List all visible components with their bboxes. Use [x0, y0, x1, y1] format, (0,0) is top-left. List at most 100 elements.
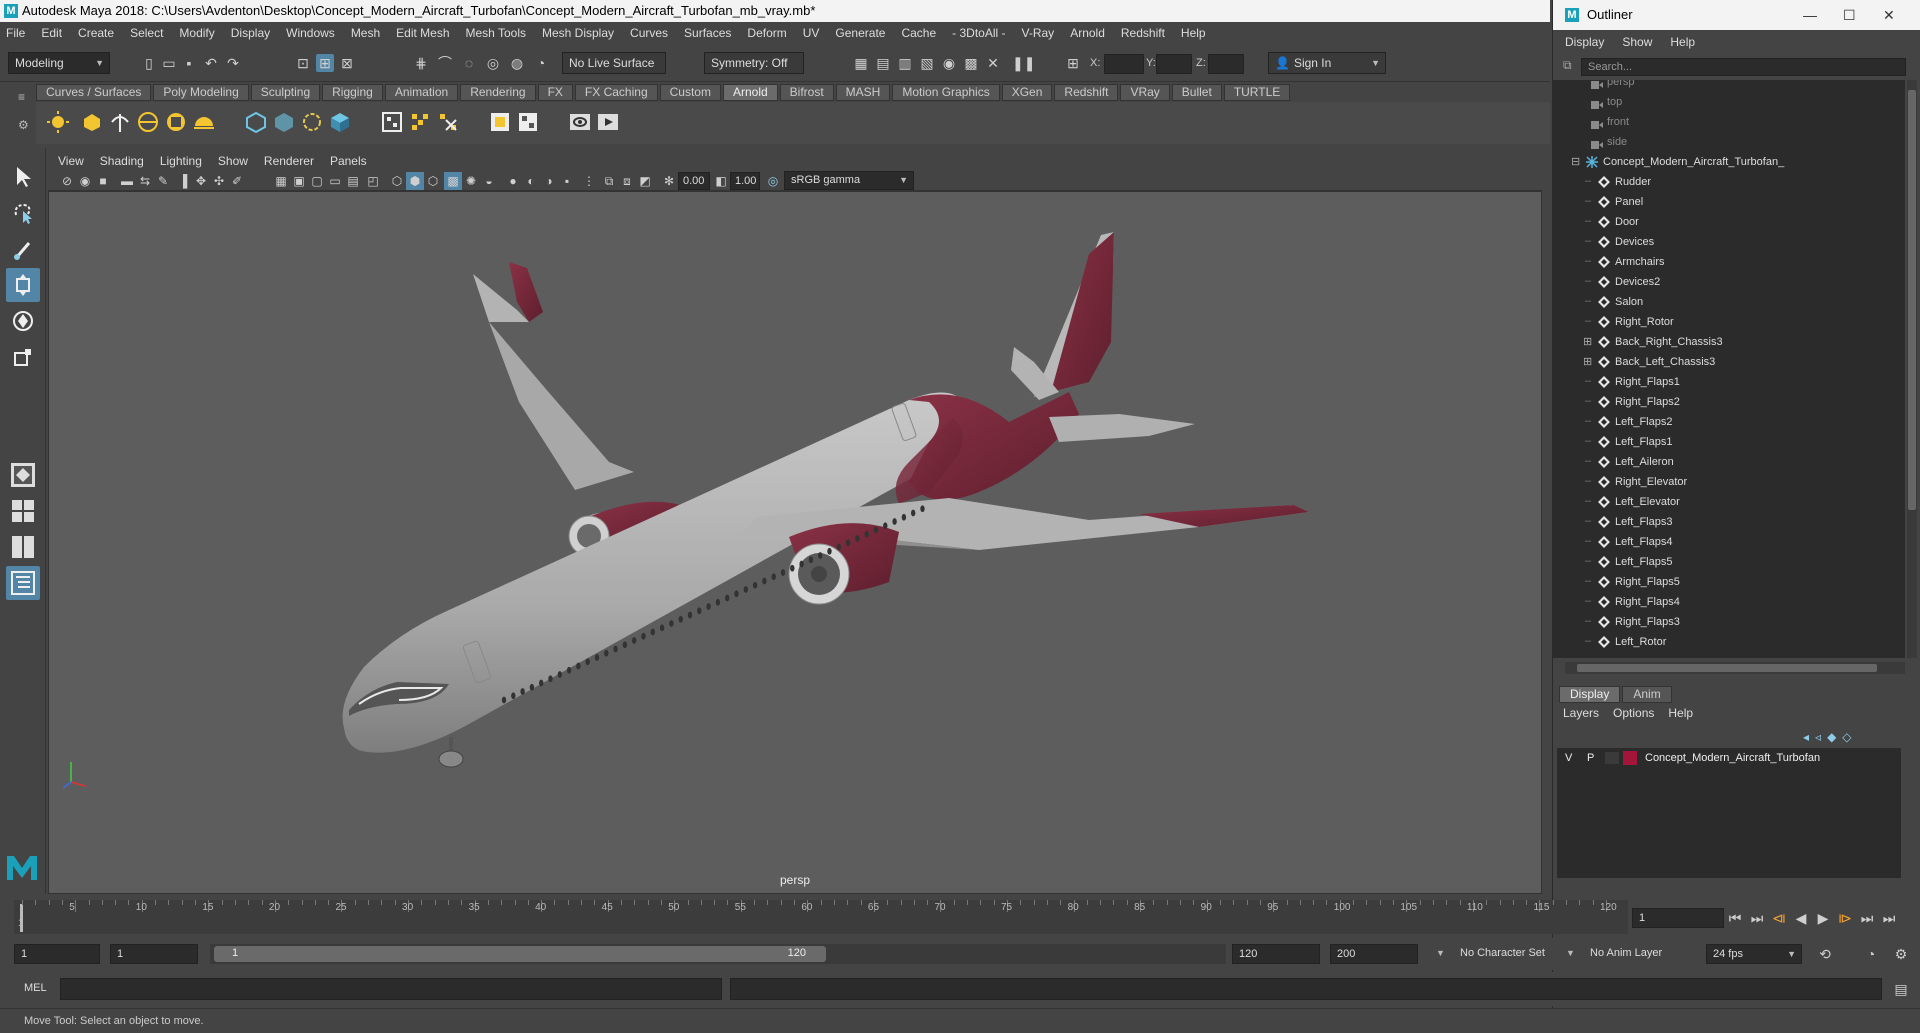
maximize-icon[interactable]: ☐ — [1843, 0, 1856, 30]
menu-windows[interactable]: Windows — [286, 26, 335, 40]
depth-of-field-icon[interactable]: ● — [504, 172, 522, 190]
safe-action-icon[interactable]: ⧉ — [600, 172, 618, 190]
shelf-tab-redshift[interactable]: Redshift — [1054, 84, 1119, 101]
vray-render-icon[interactable]: ✕ — [984, 54, 1002, 72]
ipr-render-icon[interactable]: ▥ — [896, 54, 914, 72]
scale-tool-icon[interactable] — [6, 340, 40, 374]
arnold-flush-textures-icon[interactable] — [434, 108, 462, 136]
outliner-item-devices2[interactable]: – Devices2 — [1553, 272, 1903, 292]
shelf-tab-arnold[interactable]: Arnold — [722, 84, 778, 101]
paint-select-tool-icon[interactable] — [6, 232, 40, 266]
xray-icon[interactable]: ⬡ — [388, 172, 406, 190]
outliner-item-left-flaps4[interactable]: – Left_Flaps4 — [1553, 532, 1903, 552]
outliner-item-right-flaps1[interactable]: – Right_Flaps1 — [1553, 372, 1903, 392]
pause-icon[interactable]: ❚❚ — [1012, 54, 1035, 72]
snap-grid-icon[interactable]: ⋕ — [412, 54, 430, 72]
arnold-area-light-icon[interactable] — [44, 108, 72, 136]
grid-toggle-icon[interactable]: ✐ — [228, 172, 246, 190]
step-forward-frame-icon[interactable]: ⧐ — [1836, 909, 1854, 927]
shelf-tab-poly-modeling[interactable]: Poly Modeling — [153, 84, 249, 101]
layer-playback-toggle[interactable]: P — [1587, 748, 1594, 768]
outliner-menu-display[interactable]: Display — [1565, 35, 1604, 49]
layer-menu-options[interactable]: Options — [1613, 706, 1654, 720]
smooth-shade-icon[interactable]: ▣ — [290, 172, 308, 190]
layer-row[interactable]: V P Concept_Modern_Aircraft_Turbofan — [1557, 748, 1901, 768]
z-field[interactable] — [1208, 54, 1244, 74]
outliner-item-persp[interactable]: persp — [1553, 80, 1903, 92]
new-scene-icon[interactable]: ▯ — [140, 54, 158, 72]
play-forward-icon[interactable]: ▶ — [1814, 909, 1832, 927]
lights-icon[interactable]: ▤ — [344, 172, 362, 190]
layer-visibility-toggle[interactable]: V — [1565, 748, 1572, 768]
layer-tab-display[interactable]: Display — [1559, 686, 1621, 703]
snap-curve-icon[interactable]: ⌒ — [436, 54, 454, 72]
render-settings-icon[interactable]: ▧ — [918, 54, 936, 72]
render-view-icon[interactable]: ▤ — [874, 54, 892, 72]
outliner-item-devices[interactable]: – Devices — [1553, 232, 1903, 252]
ambient-occlusion-icon[interactable]: ▩ — [444, 172, 462, 190]
viewport-menu-panels[interactable]: Panels — [330, 154, 367, 168]
expand-icon[interactable]: ⊞ — [1583, 332, 1592, 352]
live-surface-field[interactable]: No Live Surface — [562, 52, 666, 74]
snap-view-icon[interactable]: ◎ — [484, 54, 502, 72]
arnold-skydome-light-icon[interactable] — [134, 108, 162, 136]
loop-icon[interactable]: ⟲ — [1816, 945, 1834, 963]
arnold-photometric-light-icon[interactable] — [106, 108, 134, 136]
gate-mask-icon[interactable]: ▪ — [558, 172, 576, 190]
outliner-menu-show[interactable]: Show — [1622, 35, 1652, 49]
render-frame-icon[interactable]: ▦ — [852, 54, 870, 72]
menu-mesh-display[interactable]: Mesh Display — [542, 26, 614, 40]
transform-mode-icon[interactable]: ⊞ — [1064, 54, 1082, 72]
shelf-tab-curves-surfaces[interactable]: Curves / Surfaces — [36, 84, 152, 101]
x-field[interactable] — [1104, 54, 1144, 74]
menu-cache[interactable]: Cache — [901, 26, 936, 40]
textured-icon[interactable]: ▭ — [326, 172, 344, 190]
close-icon[interactable]: ✕ — [1883, 0, 1895, 30]
outliner-item-right-flaps4[interactable]: – Right_Flaps4 — [1553, 592, 1903, 612]
y-field[interactable] — [1156, 54, 1192, 74]
shelf-tab-rigging[interactable]: Rigging — [322, 84, 383, 101]
snap-surface-icon[interactable]: ◍ — [508, 54, 526, 72]
shelf-tab-rendering[interactable]: Rendering — [460, 84, 536, 101]
menu-deform[interactable]: Deform — [747, 26, 786, 40]
menu-mesh[interactable]: Mesh — [351, 26, 380, 40]
shelf-tab-fx-caching[interactable]: FX Caching — [574, 84, 658, 101]
command-input[interactable] — [60, 978, 722, 1000]
arnold-physical-sky-icon[interactable] — [190, 108, 218, 136]
outliner-item-left-rotor[interactable]: – Left_Rotor — [1553, 632, 1903, 652]
outliner-item-left-elevator[interactable]: – Left_Elevator — [1553, 492, 1903, 512]
anim-layer-dropdown[interactable]: No Anim Layer — [1584, 944, 1684, 964]
outliner-layout-icon[interactable] — [6, 566, 40, 600]
shelf-tab-mash[interactable]: MASH — [835, 84, 891, 101]
shelf-tab-turtle[interactable]: TURTLE — [1223, 84, 1291, 101]
lasso-tool-icon[interactable] — [6, 196, 40, 230]
arnold-licensing-icon[interactable] — [566, 108, 594, 136]
layer-menu-help[interactable]: Help — [1668, 706, 1693, 720]
outliner-item-right-flaps2[interactable]: – Right_Flaps2 — [1553, 392, 1903, 412]
move-layer-up-icon[interactable]: ◂ — [1803, 730, 1809, 744]
layer-menu-layers[interactable]: Layers — [1563, 706, 1599, 720]
select-component-icon[interactable]: ⊠ — [338, 54, 356, 72]
outliner-item-panel[interactable]: – Panel — [1553, 192, 1903, 212]
script-editor-icon[interactable]: ▤ — [1892, 980, 1910, 998]
default-material-icon[interactable]: ⬢ — [406, 172, 424, 190]
frame-all-icon[interactable]: ✥ — [192, 172, 210, 190]
menu-generate[interactable]: Generate — [835, 26, 885, 40]
camera-lock-icon[interactable]: ◉ — [76, 172, 94, 190]
playback-start-field[interactable]: 1 — [110, 944, 198, 964]
outliner-item-back-right-chassis3[interactable]: ⊞ Back_Right_Chassis3 — [1553, 332, 1903, 352]
render-setup-icon[interactable]: ▩ — [962, 54, 980, 72]
shadows-icon[interactable]: ◰ — [364, 172, 382, 190]
go-to-start-icon[interactable]: ⏮ — [1726, 909, 1744, 927]
grease-pencil-icon[interactable]: ✎ — [154, 172, 172, 190]
outliner-menu-help[interactable]: Help — [1670, 35, 1695, 49]
shelf-tab-bullet[interactable]: Bullet — [1171, 84, 1222, 101]
save-scene-icon[interactable]: ▪ — [180, 54, 198, 72]
current-frame-field[interactable]: 1 — [1632, 908, 1724, 928]
menu-curves[interactable]: Curves — [630, 26, 668, 40]
viewport-menu-show[interactable]: Show — [218, 154, 248, 168]
outliner-item-right-flaps5[interactable]: – Right_Flaps5 — [1553, 572, 1903, 592]
wireframe-on-shaded-icon[interactable]: ▢ — [308, 172, 326, 190]
select-object-icon[interactable]: ⊞ — [316, 54, 334, 72]
color-space-dropdown[interactable]: sRGB gamma ▼ — [784, 171, 914, 190]
